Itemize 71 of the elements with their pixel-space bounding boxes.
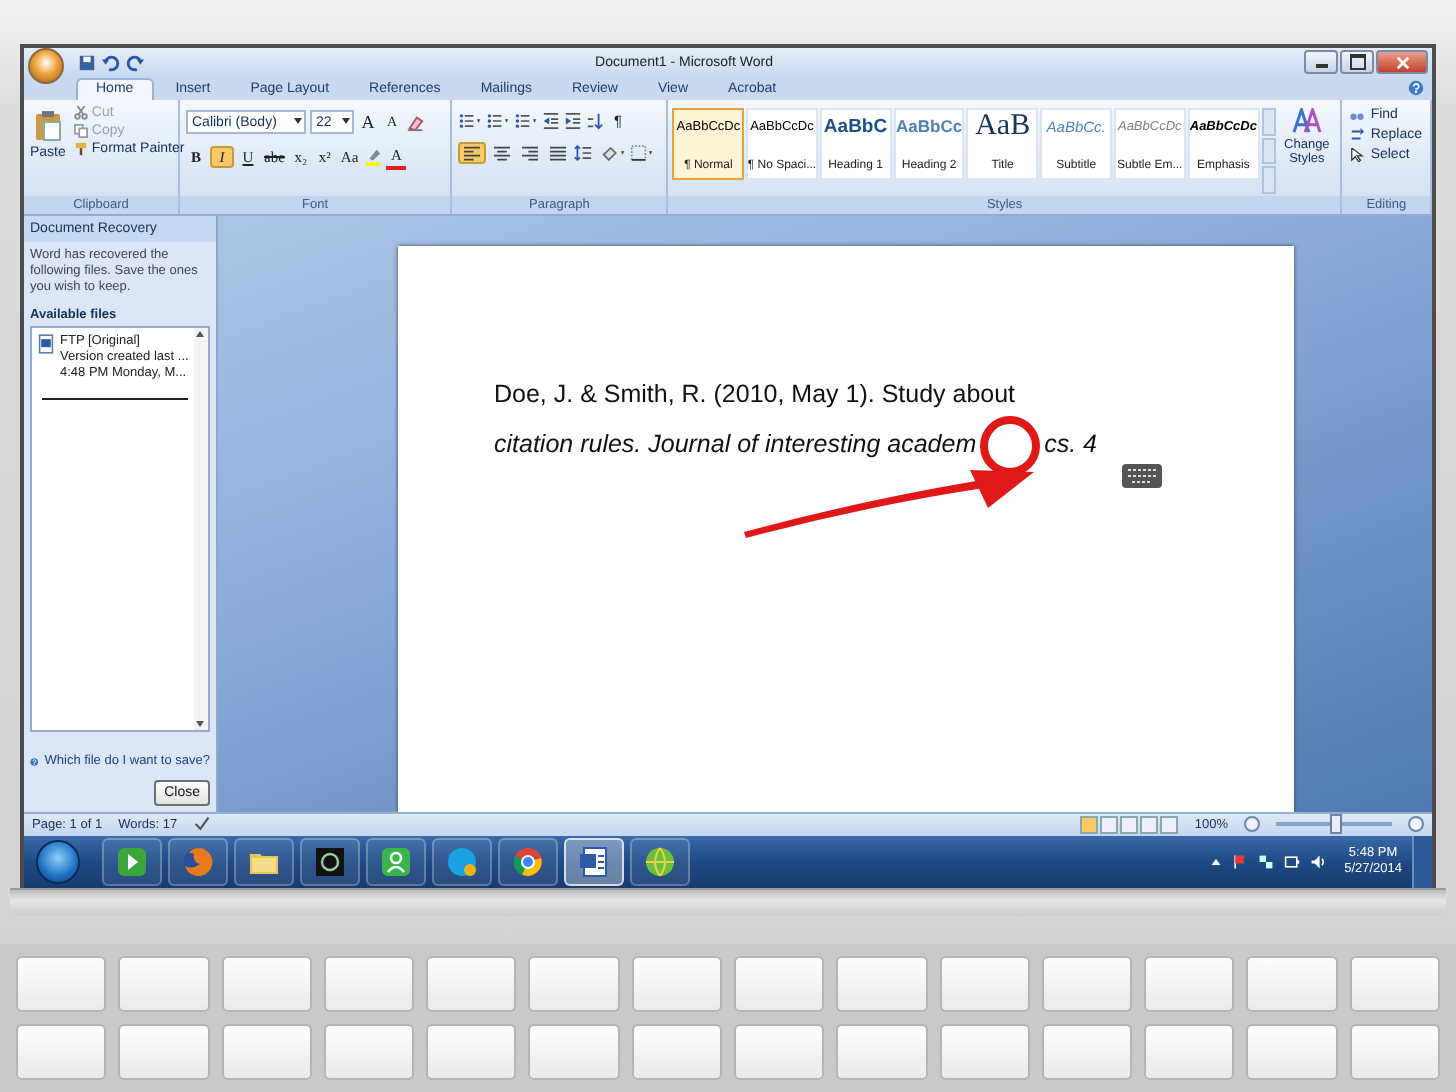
borders-icon[interactable] (630, 144, 655, 162)
keyboard-cursor-icon (1122, 464, 1162, 488)
align-icon (464, 145, 481, 161)
close-button[interactable] (1376, 50, 1428, 74)
replace-icon (1350, 128, 1365, 142)
redo-icon[interactable] (126, 53, 144, 71)
taskbar-app[interactable] (432, 837, 492, 886)
help-icon (30, 753, 39, 770)
clipboard-icon (33, 110, 62, 142)
close-icon (1395, 55, 1409, 69)
taskbar-app[interactable] (564, 837, 624, 886)
tray-expand-icon[interactable] (1210, 855, 1223, 868)
align-icon (522, 145, 539, 161)
align-button[interactable] (490, 142, 515, 164)
sort-icon[interactable] (586, 112, 605, 130)
help-icon[interactable] (1408, 80, 1424, 96)
taskbar-app[interactable] (234, 837, 294, 886)
play-icon (116, 845, 148, 878)
document-text: Doe, J. & Smith, R. (2010, May 1). Study about (494, 380, 1016, 408)
office-button[interactable] (28, 48, 64, 84)
save-icon[interactable] (78, 53, 96, 71)
list-icon[interactable] (458, 112, 483, 130)
taskbar-app[interactable] (498, 837, 558, 886)
scroll-down-icon[interactable] (194, 718, 206, 730)
network-icon[interactable] (1258, 853, 1275, 870)
start-button[interactable] (36, 839, 80, 884)
align-button[interactable] (518, 142, 543, 164)
flag-icon[interactable] (1232, 853, 1249, 870)
clear-formatting-icon[interactable] (406, 113, 424, 131)
brush-icon (73, 142, 88, 156)
gallery-scrollbar[interactable] (1261, 108, 1276, 194)
copy-icon (73, 124, 88, 138)
document-text: citation rules. Journal of interesting academ (494, 430, 977, 458)
increase-indent-icon[interactable] (564, 112, 583, 130)
document-icon (578, 845, 610, 878)
undo-icon[interactable] (102, 53, 120, 71)
zoom-thumb[interactable] (1330, 814, 1342, 835)
align-icon (550, 145, 567, 161)
list-icon[interactable] (486, 112, 511, 130)
decrease-indent-icon[interactable] (542, 112, 561, 130)
cursor-icon (1350, 148, 1365, 162)
globe-icon (644, 845, 676, 878)
align-icon (494, 145, 511, 161)
list-icon[interactable] (514, 112, 539, 130)
camera-icon (314, 845, 346, 878)
minimize-button[interactable] (1304, 50, 1338, 74)
list-scrollbar[interactable] (194, 328, 208, 730)
binoculars-icon (1350, 108, 1365, 122)
styles-icon (1291, 108, 1322, 134)
document-icon (38, 334, 54, 354)
grow-font-button[interactable]: A (358, 111, 378, 133)
zoom-out-button[interactable] (1244, 816, 1260, 833)
align-button[interactable] (458, 142, 487, 164)
volume-icon[interactable] (1310, 853, 1327, 870)
taskbar-app[interactable] (300, 837, 360, 886)
maximize-button[interactable] (1340, 50, 1374, 74)
proofing-icon[interactable] (193, 816, 210, 833)
highlighter-icon[interactable] (364, 148, 383, 166)
scroll-up-icon[interactable] (194, 328, 206, 340)
align-button[interactable] (546, 142, 571, 164)
scissors-icon (73, 106, 88, 120)
taskbar-app[interactable] (366, 837, 426, 886)
browser-icon (512, 845, 544, 878)
person-icon (380, 845, 412, 878)
browser-icon (182, 845, 214, 878)
zoom-in-button[interactable] (1408, 816, 1424, 833)
document-text: cs. 4 (1044, 430, 1098, 458)
taskbar-app[interactable] (630, 837, 690, 886)
shading-icon[interactable] (602, 144, 627, 162)
taskbar-app[interactable] (102, 837, 162, 886)
battery-icon[interactable] (1284, 853, 1301, 870)
